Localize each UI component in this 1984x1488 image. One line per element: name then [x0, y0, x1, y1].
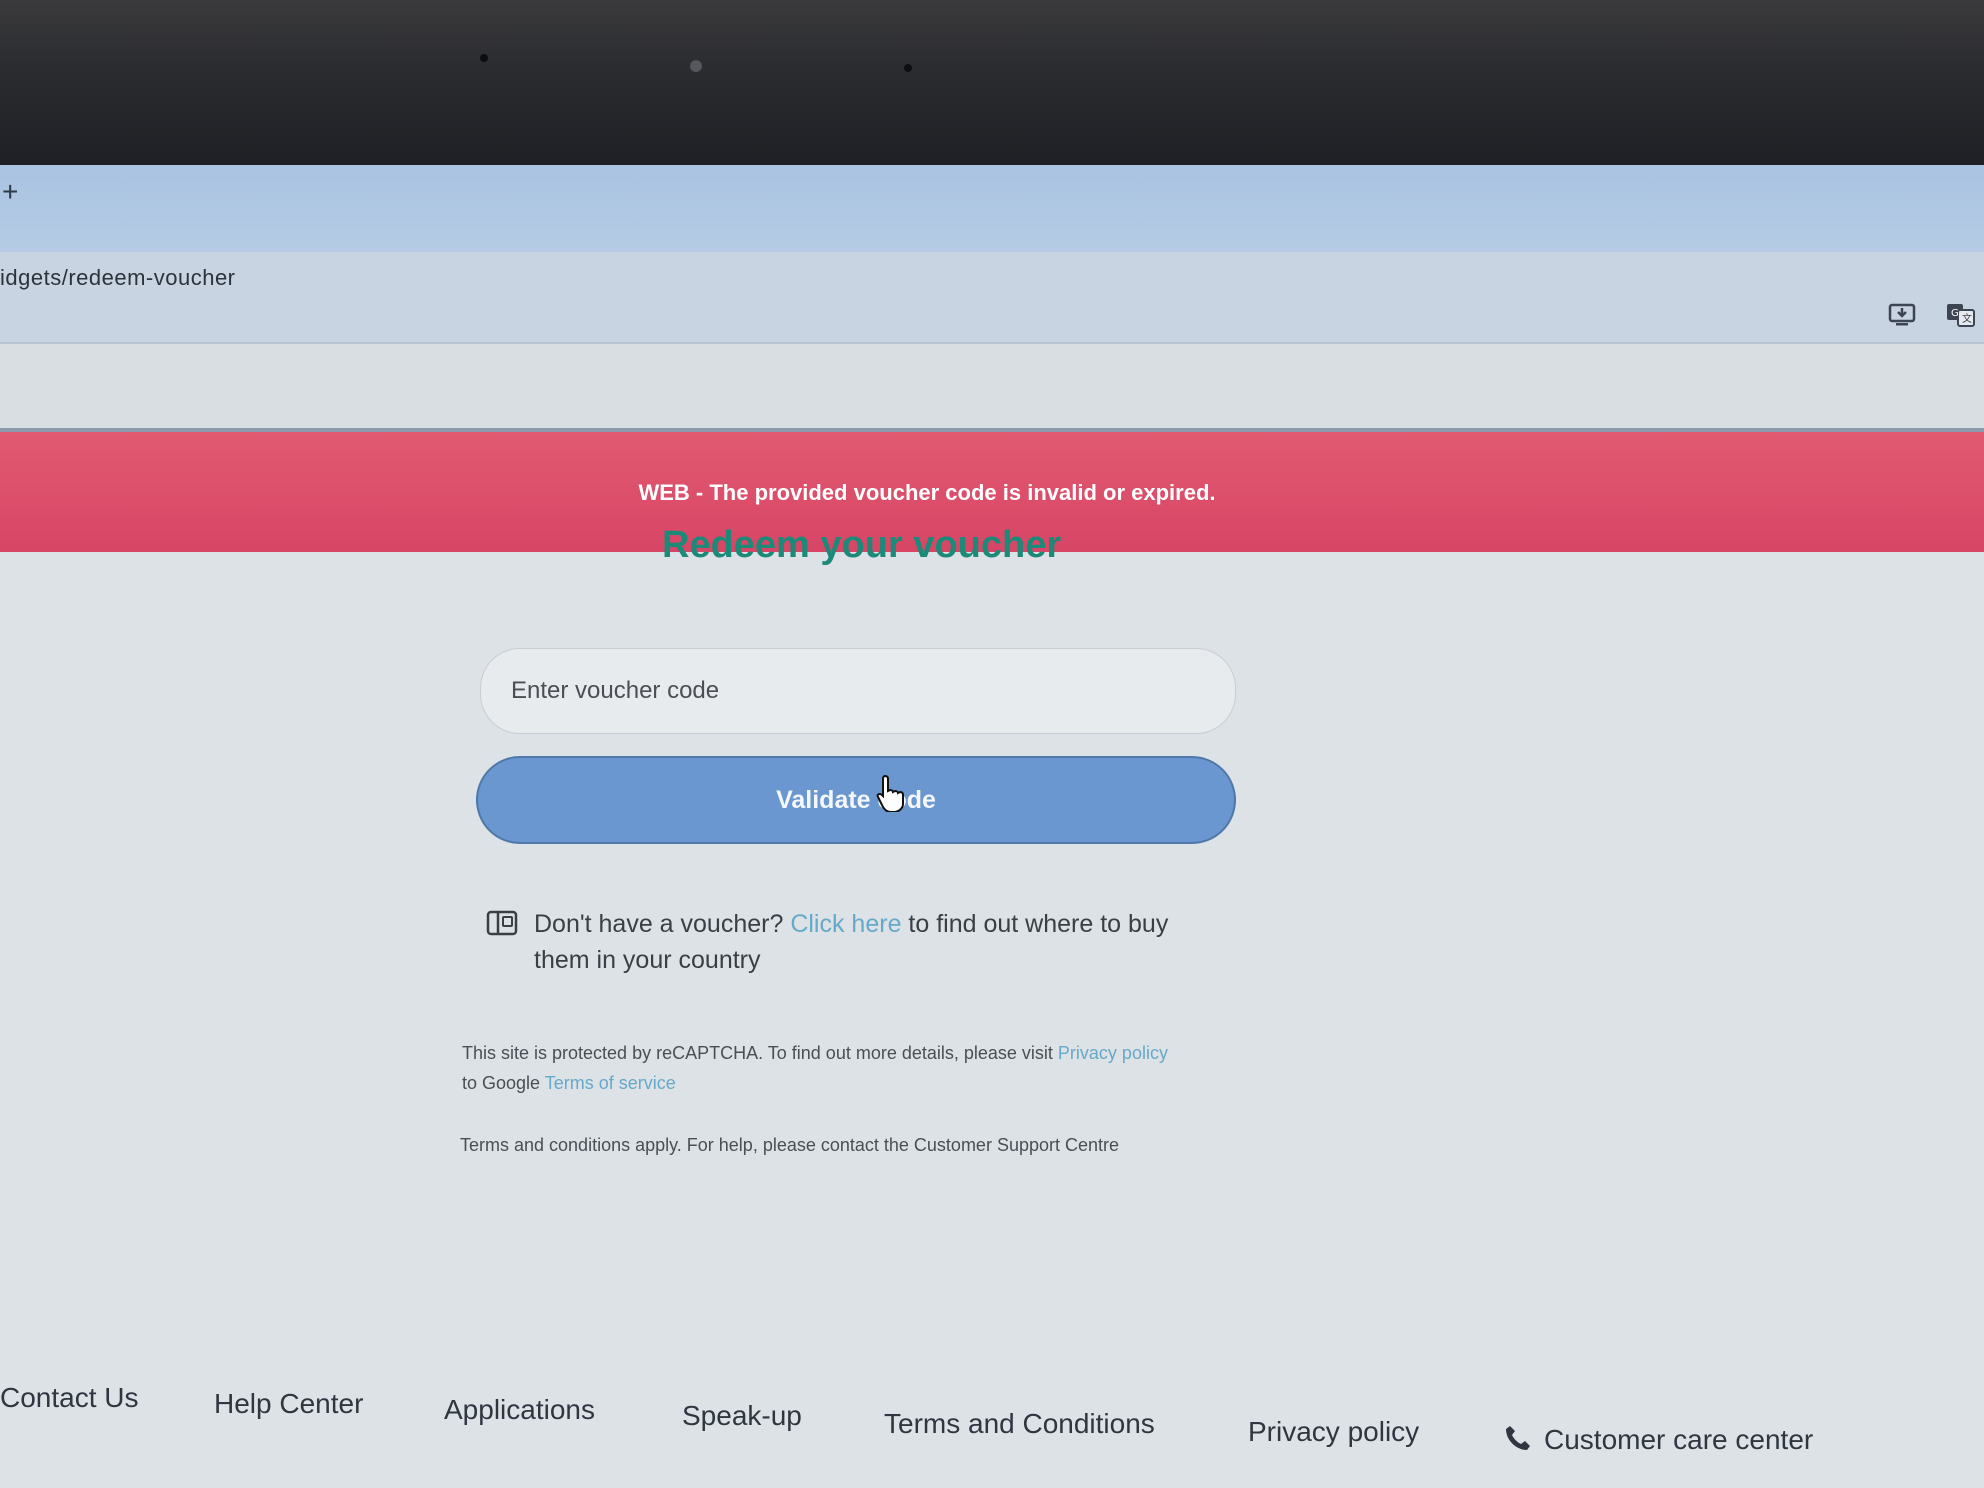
url-text[interactable]: idgets/redeem-voucher	[0, 265, 236, 291]
footer-link-speak-up[interactable]: Speak-up	[682, 1400, 802, 1432]
footer-link-contact-us[interactable]: Contact Us	[0, 1382, 139, 1414]
svg-text:G: G	[1951, 308, 1959, 319]
error-alert-message: WEB - The provided voucher code is inval…	[638, 480, 1216, 505]
monitor-bezel	[0, 0, 1984, 170]
where-to-buy-link[interactable]: Click here	[790, 910, 901, 938]
footer-link-applications[interactable]: Applications	[444, 1394, 595, 1426]
install-app-icon[interactable]	[1888, 302, 1918, 328]
translate-icon[interactable]: G文	[1946, 302, 1976, 328]
google-terms-link[interactable]: Terms of service	[545, 1073, 676, 1093]
browser-tab-strip	[0, 165, 1984, 265]
recaptcha-middle: to Google	[462, 1073, 545, 1093]
validate-code-button[interactable]: Validate code	[476, 756, 1236, 844]
voucher-code-input[interactable]	[480, 648, 1236, 734]
footer-link-help-center[interactable]: Help Center	[214, 1388, 363, 1420]
recaptcha-notice: This site is protected by reCAPTCHA. To …	[462, 1038, 1182, 1098]
new-tab-button[interactable]: +	[2, 178, 18, 206]
webcam	[690, 60, 702, 72]
google-privacy-link[interactable]: Privacy policy	[1058, 1043, 1168, 1063]
footer-link-privacy[interactable]: Privacy policy	[1248, 1416, 1419, 1448]
no-voucher-info: Don't have a voucher? Click here to find…	[486, 906, 1206, 978]
page-header-area	[0, 344, 1984, 432]
phone-icon	[1504, 1424, 1532, 1452]
footer-link-customer-care[interactable]: Customer care center	[1504, 1424, 1813, 1456]
footer-link-terms[interactable]: Terms and Conditions	[884, 1408, 1155, 1440]
recaptcha-prefix: This site is protected by reCAPTCHA. To …	[462, 1043, 1058, 1063]
bezel-sensor	[904, 64, 912, 72]
customer-care-label: Customer care center	[1544, 1424, 1814, 1455]
voucher-icon	[486, 908, 520, 938]
terms-notice: Terms and conditions apply. For help, pl…	[460, 1135, 1120, 1155]
no-voucher-text: Don't have a voucher? Click here to find…	[534, 906, 1206, 978]
bezel-sensor	[480, 54, 488, 62]
no-voucher-prefix: Don't have a voucher?	[534, 910, 791, 938]
svg-text:文: 文	[1962, 312, 1972, 325]
footer-nav: Contact Us Help Center Applications Spea…	[0, 1382, 1984, 1462]
hand-cursor-icon	[876, 774, 904, 813]
page-title: Redeem your voucher	[662, 524, 1062, 566]
address-bar[interactable]	[0, 252, 1984, 344]
